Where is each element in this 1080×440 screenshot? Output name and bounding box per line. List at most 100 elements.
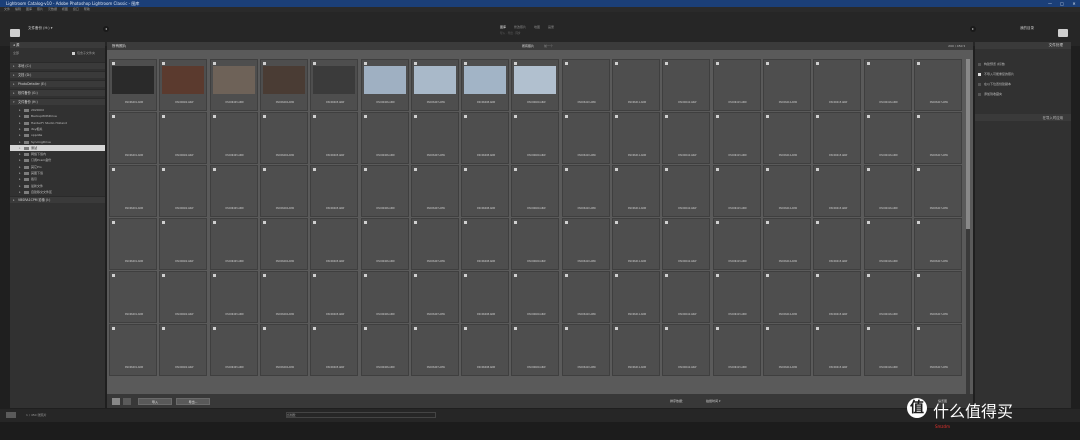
- photo-select-checkbox[interactable]: [765, 274, 769, 277]
- photo-thumbnail[interactable]: [262, 66, 305, 94]
- photo-cell[interactable]: DSC06406.ARW: [360, 218, 409, 270]
- photo-select-checkbox[interactable]: [313, 274, 317, 277]
- photo-select-checkbox[interactable]: [112, 221, 115, 224]
- folder-item[interactable]: ▸ 网络下载内: [10, 151, 105, 157]
- photo-select-checkbox[interactable]: [413, 115, 417, 118]
- menu-item[interactable]: 编辑: [15, 7, 21, 11]
- menu-item[interactable]: 元数据: [48, 7, 57, 11]
- photo-cell[interactable]: DSC06413.ARW: [712, 165, 761, 217]
- option-checkbox[interactable]: [978, 83, 981, 86]
- photo-select-checkbox[interactable]: [112, 62, 115, 65]
- photo-select-checkbox[interactable]: [564, 62, 568, 65]
- maximize-button[interactable]: □: [1056, 0, 1068, 7]
- photo-select-checkbox[interactable]: [615, 221, 618, 224]
- photo-cell[interactable]: DSC06408.ARW: [461, 165, 510, 217]
- photo-select-checkbox[interactable]: [715, 274, 719, 277]
- photo-cell[interactable]: DSC06414.ARW: [762, 324, 811, 376]
- photo-cell[interactable]: DSC06416.ARW: [863, 218, 912, 270]
- photo-select-checkbox[interactable]: [665, 327, 669, 330]
- photo-cell[interactable]: DSC06415.ARW: [813, 271, 862, 323]
- source-label[interactable]: 文件备份 (H:) ▾: [28, 26, 53, 31]
- photo-cell[interactable]: DSC06412.ARW: [662, 218, 711, 270]
- photo-cell[interactable]: DSC06414.ARW: [762, 112, 811, 164]
- photo-cell[interactable]: DSC06417.ARW: [913, 165, 962, 217]
- photo-select-checkbox[interactable]: [212, 115, 216, 118]
- photo-cell[interactable]: DSC06412.ARW: [662, 59, 711, 111]
- photo-cell[interactable]: DSC06413.ARW: [712, 59, 761, 111]
- close-button[interactable]: ✕: [1068, 0, 1080, 7]
- photo-thumbnail[interactable]: [514, 66, 557, 94]
- photo-select-checkbox[interactable]: [514, 327, 518, 330]
- photo-select-checkbox[interactable]: [866, 221, 870, 224]
- drive-section[interactable]: ▸ 文档 (D:): [10, 71, 105, 78]
- photo-cell[interactable]: DSC06415.ARW: [813, 112, 862, 164]
- menu-item[interactable]: 帮助: [84, 7, 90, 11]
- photo-select-checkbox[interactable]: [413, 274, 417, 277]
- photo-select-checkbox[interactable]: [866, 115, 870, 118]
- option-checkbox[interactable]: [978, 73, 981, 76]
- folder-item[interactable]: ▸ BackupWithDrive: [10, 113, 105, 119]
- photo-select-checkbox[interactable]: [816, 62, 820, 65]
- photo-select-checkbox[interactable]: [464, 115, 468, 118]
- photo-select-checkbox[interactable]: [715, 62, 719, 65]
- photo-cell[interactable]: DSC06411.ARW: [612, 271, 660, 323]
- photo-select-checkbox[interactable]: [564, 274, 568, 277]
- photo-select-checkbox[interactable]: [162, 274, 166, 277]
- photo-select-checkbox[interactable]: [564, 327, 568, 330]
- photo-select-checkbox[interactable]: [464, 168, 468, 171]
- photo-cell[interactable]: DSC06413.ARW: [712, 324, 761, 376]
- expand-icon[interactable]: ▸: [19, 107, 21, 113]
- photo-select-checkbox[interactable]: [765, 221, 769, 224]
- photo-select-checkbox[interactable]: [212, 168, 216, 171]
- photo-select-checkbox[interactable]: [665, 221, 669, 224]
- photo-select-checkbox[interactable]: [162, 62, 166, 65]
- tab-previous[interactable]: 前一个: [544, 44, 553, 48]
- photo-cell[interactable]: DSC06409.ARW: [511, 218, 560, 270]
- photo-cell[interactable]: DSC06412.ARW: [662, 112, 711, 164]
- menu-item[interactable]: 图库: [26, 7, 32, 11]
- photo-cell[interactable]: DSC06411.ARW: [612, 324, 660, 376]
- source-all[interactable]: 全部: [13, 50, 19, 56]
- photo-select-checkbox[interactable]: [413, 168, 417, 171]
- photo-select-checkbox[interactable]: [212, 62, 216, 65]
- photo-select-checkbox[interactable]: [112, 327, 115, 330]
- photo-select-checkbox[interactable]: [615, 274, 618, 277]
- photo-select-checkbox[interactable]: [715, 327, 719, 330]
- folder-item[interactable]: ▸ 最新文件: [10, 183, 105, 189]
- photo-cell[interactable]: DSC06413.ARW: [712, 112, 761, 164]
- expand-icon[interactable]: ▸: [19, 120, 21, 126]
- photo-select-checkbox[interactable]: [313, 221, 317, 224]
- expand-icon[interactable]: ▸: [19, 170, 21, 176]
- folder-item[interactable]: ▸ 截引: [10, 176, 105, 182]
- expand-icon[interactable]: ▸: [19, 189, 21, 195]
- photo-cell[interactable]: DSC06416.ARW: [863, 112, 912, 164]
- apply-during-import[interactable]: 在导入时应用: [975, 114, 1071, 121]
- photo-cell[interactable]: DSC06412.ARW: [662, 324, 711, 376]
- photo-cell[interactable]: DSC06408.ARW: [461, 271, 510, 323]
- expand-icon[interactable]: ▸: [19, 157, 21, 163]
- export-button[interactable]: 导出...: [176, 398, 210, 405]
- photo-select-checkbox[interactable]: [564, 115, 568, 118]
- photo-cell[interactable]: DSC06415.ARW: [813, 324, 862, 376]
- photo-cell[interactable]: DSC06412.ARW: [662, 165, 711, 217]
- photo-select-checkbox[interactable]: [162, 327, 166, 330]
- photo-select-checkbox[interactable]: [313, 168, 317, 171]
- photo-cell[interactable]: DSC06405.ARW: [310, 218, 359, 270]
- import-button[interactable]: 导入: [138, 398, 172, 405]
- folder-item[interactable]: ▸ 订阅Pcam备份: [10, 157, 105, 163]
- photo-select-checkbox[interactable]: [816, 327, 820, 330]
- photo-select-checkbox[interactable]: [112, 168, 115, 171]
- photo-select-checkbox[interactable]: [916, 62, 920, 65]
- photo-cell[interactable]: DSC06407.ARW: [410, 59, 459, 111]
- menu-item[interactable]: 照片: [37, 7, 43, 11]
- photo-cell[interactable]: DSC06404.ARW: [259, 324, 308, 376]
- photo-select-checkbox[interactable]: [464, 221, 468, 224]
- photo-cell[interactable]: DSC06404.ARW: [259, 59, 308, 111]
- photo-cell[interactable]: DSC06410.ARW: [561, 324, 610, 376]
- photo-cell[interactable]: DSC06402.ARW: [159, 218, 208, 270]
- photo-select-checkbox[interactable]: [866, 62, 870, 65]
- photo-cell[interactable]: DSC06401.ARW: [109, 112, 157, 164]
- photo-cell[interactable]: DSC06402.ARW: [159, 112, 208, 164]
- photo-select-checkbox[interactable]: [162, 168, 166, 171]
- photo-cell[interactable]: DSC06417.ARW: [913, 218, 962, 270]
